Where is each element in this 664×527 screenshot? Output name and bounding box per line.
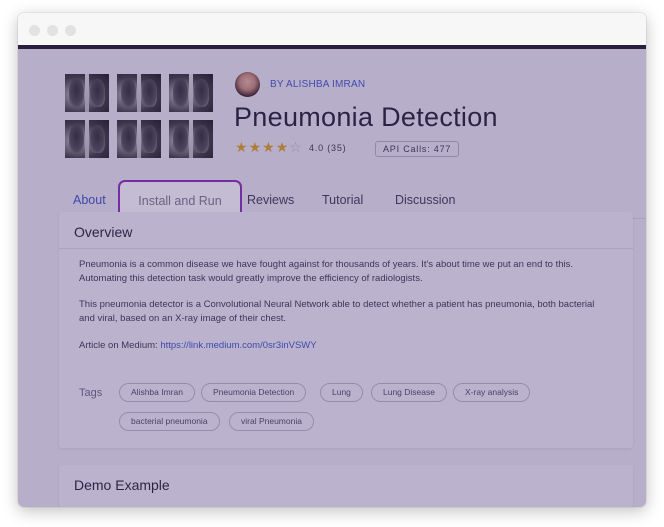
xray-thumbnail[interactable] — [65, 120, 109, 158]
tag-chip[interactable]: Pneumonia Detection — [201, 383, 307, 402]
card-divider — [59, 248, 633, 249]
overview-card: Overview Pneumonia is a common disease w… — [59, 212, 633, 448]
star-filled-icon: ★ — [275, 139, 290, 155]
article-label: Article on Medium: — [79, 340, 161, 351]
article-line: Article on Medium: https://link.medium.c… — [79, 339, 609, 353]
tag-chip[interactable]: Lung Disease — [371, 383, 447, 402]
star-empty-icon: ☆ — [289, 139, 303, 155]
maximize-window-dot[interactable] — [65, 25, 76, 36]
tab-reviews[interactable]: Reviews — [247, 193, 294, 207]
star-rating: ★★★★☆ — [235, 139, 303, 156]
page-title: Pneumonia Detection — [234, 102, 498, 132]
minimize-window-dot[interactable] — [47, 25, 58, 36]
author-link[interactable]: BY ALISHBA IMRAN — [270, 79, 365, 90]
star-filled-icon: ★ — [262, 139, 276, 155]
xray-thumbnail[interactable] — [117, 74, 161, 112]
overview-paragraph: Pneumonia is a common disease we have fo… — [79, 259, 573, 284]
tag-chip[interactable]: Lung — [320, 383, 363, 402]
rating-count: 4.0 (35) — [309, 143, 347, 153]
medium-article-link[interactable]: https://link.medium.com/0sr3inVSWY — [160, 340, 316, 351]
window-titlebar — [18, 13, 646, 45]
tags-label: Tags — [79, 387, 103, 399]
tab-label: About — [73, 193, 106, 207]
tab-tutorial[interactable]: Tutorial — [322, 193, 363, 207]
tag-chip[interactable]: bacterial pneumonia — [119, 412, 220, 431]
page-content: BY ALISHBA IMRAN Pneumonia Detection ★★★… — [18, 49, 646, 507]
star-filled-icon: ★ — [248, 139, 263, 155]
tag-chip[interactable]: X-ray analysis — [453, 383, 531, 402]
overview-heading: Overview — [74, 224, 133, 240]
demo-card: Demo Example — [59, 465, 633, 507]
xray-thumbnail[interactable] — [169, 74, 213, 112]
tab-discussion[interactable]: Discussion — [395, 193, 455, 207]
xray-gallery — [65, 74, 215, 160]
close-window-dot[interactable] — [29, 25, 40, 36]
browser-window: BY ALISHBA IMRAN Pneumonia Detection ★★★… — [18, 13, 646, 507]
api-calls-badge: API Calls: 477 — [375, 141, 460, 157]
author-avatar[interactable] — [235, 72, 260, 97]
overview-paragraph: This pneumonia detector is a Convolution… — [79, 299, 595, 324]
xray-thumbnail[interactable] — [117, 120, 161, 158]
star-filled-icon: ★ — [235, 139, 249, 155]
xray-thumbnail[interactable] — [169, 120, 213, 158]
tab-about[interactable]: About — [73, 193, 109, 214]
xray-thumbnail[interactable] — [65, 74, 109, 112]
tag-chip[interactable]: viral Pneumonia — [229, 412, 314, 431]
tag-chip[interactable]: Alishba Imran — [119, 383, 195, 402]
demo-heading: Demo Example — [74, 477, 170, 493]
